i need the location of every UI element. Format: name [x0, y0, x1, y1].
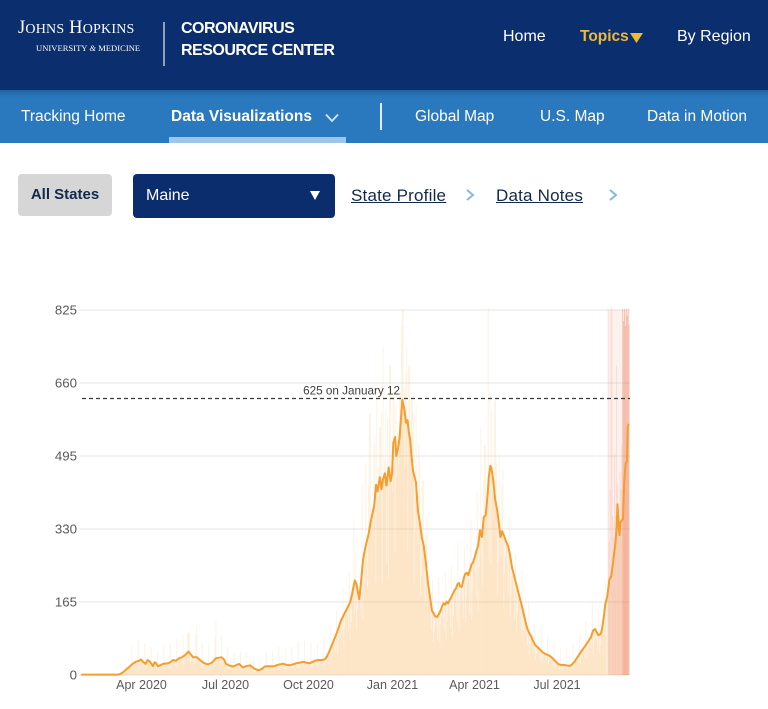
svg-text:Jan 2021: Jan 2021	[367, 678, 418, 692]
svg-text:Oct 2020: Oct 2020	[283, 678, 334, 692]
svg-text:0: 0	[70, 668, 77, 683]
svg-text:Jul 2021: Jul 2021	[533, 678, 580, 692]
svg-text:495: 495	[55, 449, 77, 464]
svg-text:165: 165	[55, 595, 77, 610]
svg-text:625 on January 12: 625 on January 12	[303, 385, 400, 398]
svg-text:825: 825	[55, 303, 77, 318]
svg-text:660: 660	[55, 376, 77, 391]
svg-text:Apr 2021: Apr 2021	[449, 678, 500, 692]
svg-text:Jul 2020: Jul 2020	[202, 678, 249, 692]
svg-text:330: 330	[55, 522, 77, 537]
svg-text:Apr 2020: Apr 2020	[116, 678, 167, 692]
